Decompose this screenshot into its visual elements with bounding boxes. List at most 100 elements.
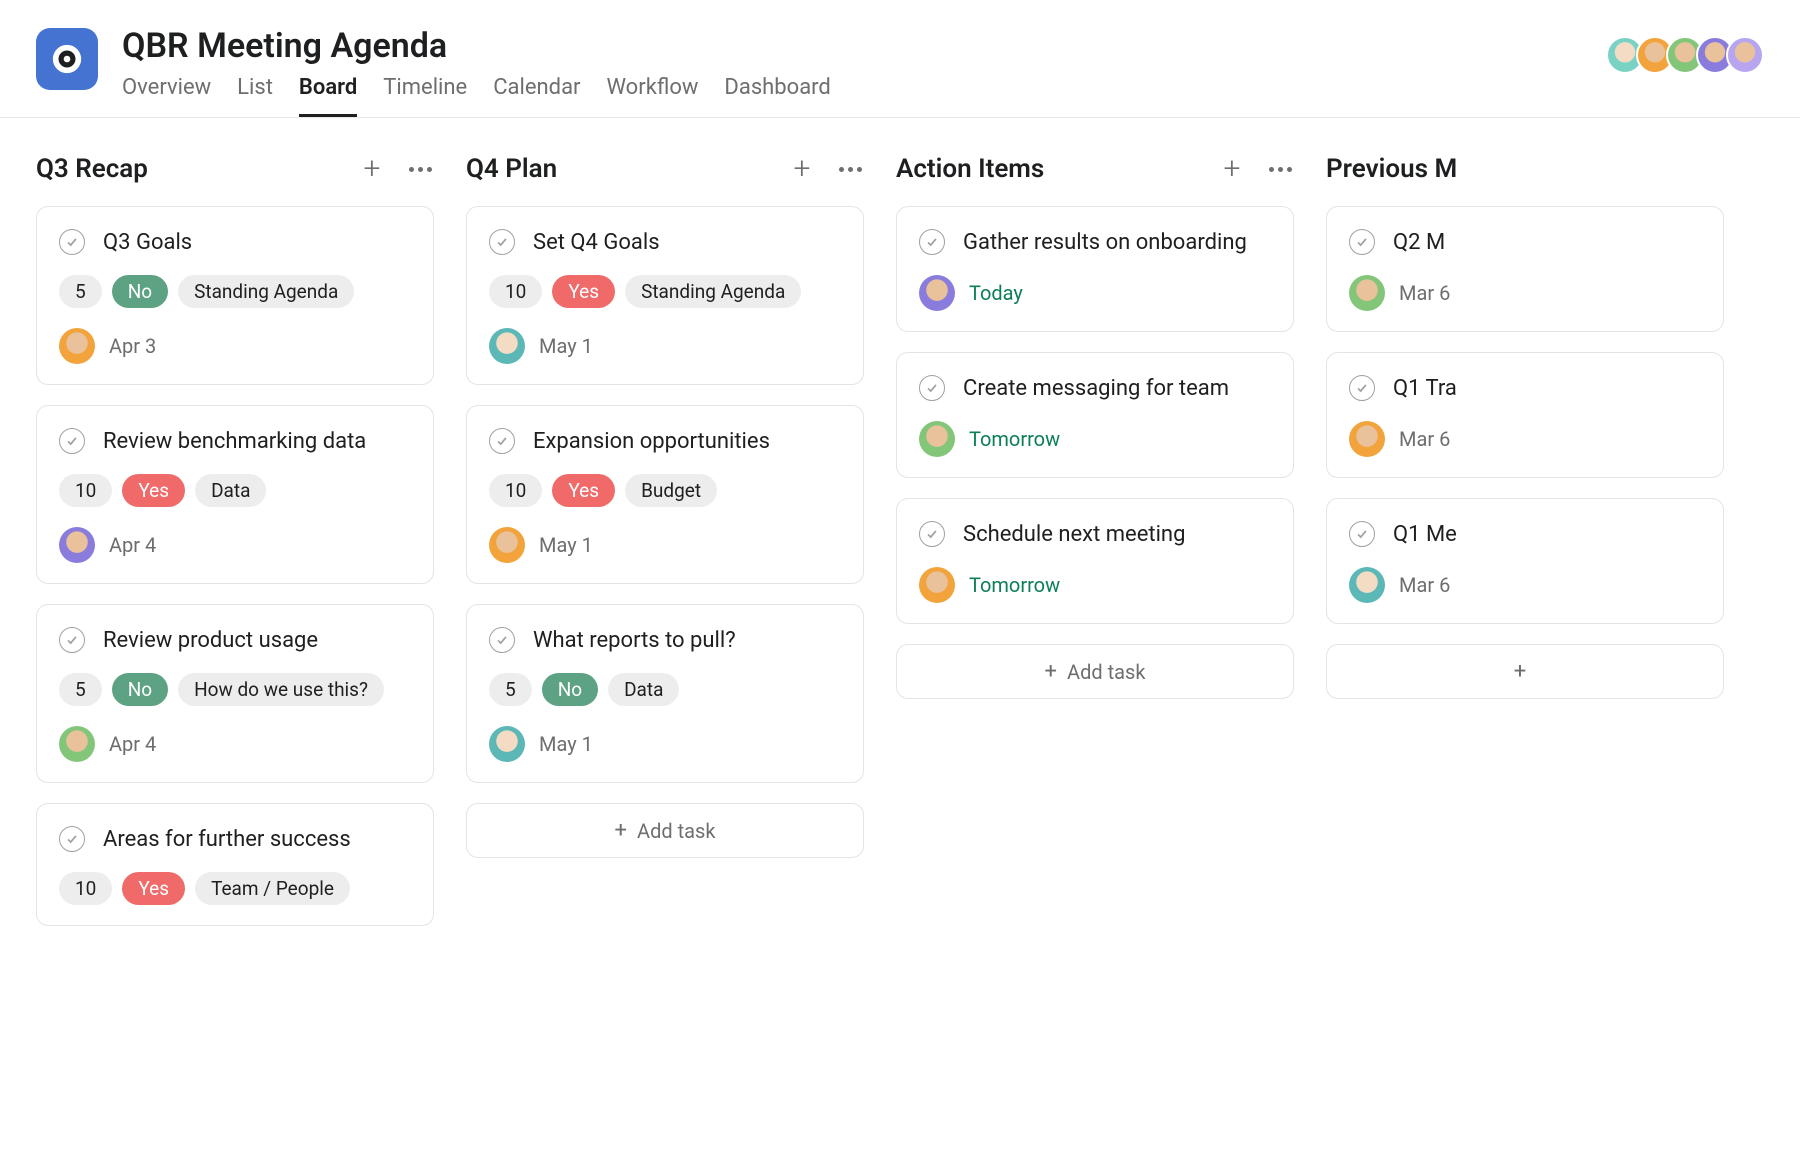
task-card[interactable]: Q1 Tra Mar 6: [1326, 352, 1724, 478]
assignee-avatar[interactable]: [1349, 421, 1385, 457]
tag-pill[interactable]: How do we use this?: [178, 673, 384, 706]
card-footer: Mar 6: [1349, 421, 1701, 457]
assignee-avatar[interactable]: [1349, 275, 1385, 311]
tab-overview[interactable]: Overview: [122, 75, 211, 117]
add-task-button[interactable]: +Add task: [896, 644, 1294, 699]
task-card[interactable]: Review benchmarking data 10 Yes Data Apr 4: [36, 405, 434, 584]
card-title: Q3 Goals: [103, 230, 192, 255]
column-title[interactable]: Q3 Recap: [36, 154, 358, 184]
tag-pill[interactable]: 10: [489, 275, 542, 308]
task-card[interactable]: Set Q4 Goals10YesStanding AgendaMay 1: [466, 206, 864, 385]
task-card[interactable]: Q2 MMar 6: [1326, 206, 1724, 332]
card-title-row: Q1 Tra: [1349, 375, 1701, 401]
complete-check-icon[interactable]: [489, 229, 515, 255]
card-title: Schedule next meeting: [963, 522, 1185, 547]
tag-pill[interactable]: Standing Agenda: [178, 275, 354, 308]
tag-pill[interactable]: Yes: [122, 474, 185, 507]
tag-pill[interactable]: Data: [608, 673, 679, 706]
card-footer: Mar 6: [1349, 567, 1701, 603]
tag-pill[interactable]: Team / People: [195, 872, 350, 905]
tag-pill[interactable]: Yes: [552, 275, 615, 308]
complete-check-icon[interactable]: [1349, 521, 1375, 547]
column-header: Q4 Plan+: [466, 154, 864, 184]
assignee-avatar[interactable]: [59, 726, 95, 762]
column-title[interactable]: Q4 Plan: [466, 154, 788, 184]
complete-check-icon[interactable]: [919, 229, 945, 255]
tag-pill[interactable]: 10: [59, 872, 112, 905]
tag-pill[interactable]: 5: [59, 275, 102, 308]
task-card[interactable]: Q1 MeMar 6: [1326, 498, 1724, 624]
complete-check-icon[interactable]: [1349, 229, 1375, 255]
complete-check-icon[interactable]: [489, 627, 515, 653]
assignee-avatar[interactable]: [919, 421, 955, 457]
tab-workflow[interactable]: Workflow: [607, 75, 699, 117]
add-task-button[interactable]: +: [1326, 644, 1724, 699]
assignee-avatar[interactable]: [1349, 567, 1385, 603]
task-card[interactable]: Areas for further success 10 Yes Team / Peo…: [36, 803, 434, 926]
assignee-avatar[interactable]: [489, 527, 525, 563]
more-actions-icon[interactable]: [406, 155, 434, 183]
add-card-icon[interactable]: +: [1218, 155, 1246, 183]
tab-calendar[interactable]: Calendar: [493, 75, 580, 117]
assignee-avatar[interactable]: [59, 328, 95, 364]
task-card[interactable]: Schedule next meeting Tomorrow: [896, 498, 1294, 624]
card-title-row: Schedule next meeting: [919, 521, 1271, 547]
board-column: Q4 Plan+ Set Q4 Goals 10 Yes Standing Agenda…: [466, 154, 864, 858]
card-title-row: Q2 M: [1349, 229, 1701, 255]
add-card-icon[interactable]: +: [358, 155, 386, 183]
tag-pill[interactable]: No: [542, 673, 598, 706]
tag-pill[interactable]: 5: [489, 673, 532, 706]
add-task-button[interactable]: +Add task: [466, 803, 864, 858]
more-actions-icon[interactable]: [1266, 155, 1294, 183]
board-column: Previous MQ2 MMar 6Q1 TraMar 6Q1 MeMar 6…: [1326, 154, 1724, 699]
card-title-row: Set Q4 Goals: [489, 229, 841, 255]
assignee-avatar[interactable]: [489, 328, 525, 364]
tag-pill[interactable]: Data: [195, 474, 266, 507]
task-card[interactable]: Create messaging for teamTomorrow: [896, 352, 1294, 478]
complete-check-icon[interactable]: [919, 521, 945, 547]
tag-pill[interactable]: Budget: [625, 474, 717, 507]
card-footer: Apr 4: [59, 527, 411, 563]
task-card[interactable]: What reports to pull?5NoDataMay 1: [466, 604, 864, 783]
tab-timeline[interactable]: Timeline: [383, 75, 467, 117]
tag-pill[interactable]: No: [112, 275, 168, 308]
tab-board[interactable]: Board: [299, 75, 357, 117]
tag-pill[interactable]: 5: [59, 673, 102, 706]
complete-check-icon[interactable]: [59, 428, 85, 454]
assignee-avatar[interactable]: [919, 275, 955, 311]
task-card[interactable]: Q3 Goals5 No Standing Agenda Apr 3: [36, 206, 434, 385]
column-title[interactable]: Previous M: [1326, 154, 1724, 184]
tag-pill[interactable]: 10: [59, 474, 112, 507]
tag-pill[interactable]: 10: [489, 474, 542, 507]
assignee-avatar[interactable]: [59, 527, 95, 563]
card-title: What reports to pull?: [533, 628, 736, 653]
add-card-icon[interactable]: +: [788, 155, 816, 183]
more-actions-icon[interactable]: [836, 155, 864, 183]
task-card[interactable]: Review product usage5NoHow do we use thi…: [36, 604, 434, 783]
assignee-avatar[interactable]: [919, 567, 955, 603]
tab-list[interactable]: List: [237, 75, 273, 117]
task-card[interactable]: Gather results on onboardingToday: [896, 206, 1294, 332]
tag-pill[interactable]: Yes: [552, 474, 615, 507]
card-title-row: Expansion opportunities: [489, 428, 841, 454]
complete-check-icon[interactable]: [59, 826, 85, 852]
add-task-label: Add task: [637, 819, 715, 843]
tag-pill[interactable]: No: [112, 673, 168, 706]
card-title: Review benchmarking data: [103, 429, 366, 454]
column-title[interactable]: Action Items: [896, 154, 1218, 184]
tag-pill[interactable]: Yes: [122, 872, 185, 905]
complete-check-icon[interactable]: [489, 428, 515, 454]
due-date: Apr 3: [109, 334, 156, 358]
card-footer: Tomorrow: [919, 567, 1271, 603]
card-title: Gather results on onboarding: [963, 230, 1247, 255]
collaborator-avatar[interactable]: [1726, 36, 1764, 74]
complete-check-icon[interactable]: [59, 627, 85, 653]
complete-check-icon[interactable]: [59, 229, 85, 255]
card-title: Areas for further success: [103, 827, 351, 852]
task-card[interactable]: Expansion opportunities10YesBudgetMay 1: [466, 405, 864, 584]
tag-pill[interactable]: Standing Agenda: [625, 275, 801, 308]
complete-check-icon[interactable]: [1349, 375, 1375, 401]
tab-dashboard[interactable]: Dashboard: [724, 75, 830, 117]
complete-check-icon[interactable]: [919, 375, 945, 401]
assignee-avatar[interactable]: [489, 726, 525, 762]
